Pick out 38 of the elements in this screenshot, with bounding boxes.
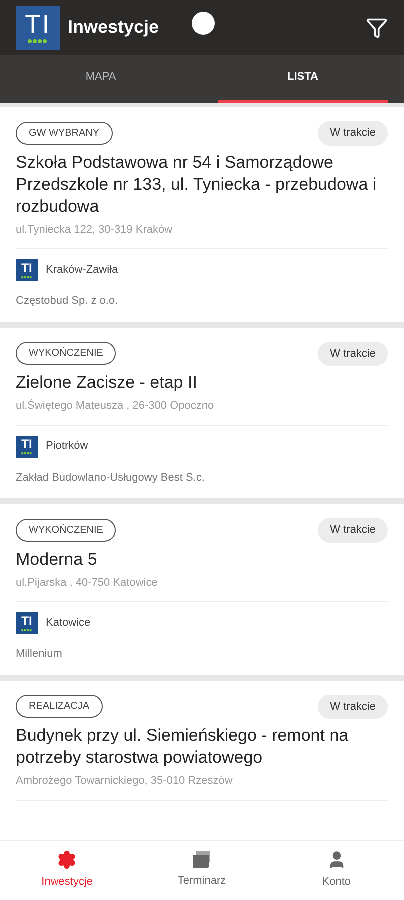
region-label: Piotrków bbox=[46, 439, 88, 454]
company-name: Częstobud Sp. z o.o. bbox=[16, 294, 120, 309]
investment-address: Ambrożego Towarnickiego, 35-010 Rzeszów bbox=[16, 774, 234, 789]
investment-address: ul.Pijarska , 40-750 Katowice bbox=[16, 576, 159, 590]
calendar-icon bbox=[192, 851, 212, 870]
logo-icon: TI bbox=[16, 436, 38, 458]
investment-card[interactable]: REALIZACJA W trakcie Budynek przy ul. Siemieńskiego - remont na potrzeby starostwa powiatowego Ambrożego Towarnickiego, 35-010 Rzeszów bbox=[0, 680, 404, 840]
investment-card[interactable]: GW WYBRANY W trakcie Szkoła Podstawowa nr 54 i Samorządowe Przedszkole nr 133, ul. Tyniecka - przebudowa i rozbudowa ul.Tyniecka 122, 30-319 Kraków TI Kraków-Zawiła Częstobud Sp. z o.o. bbox=[0, 107, 404, 322]
nav-item[interactable]: Terminarz bbox=[134, 841, 270, 900]
investment-address: ul.Świętego Mateusza , 26-300 Opoczno bbox=[16, 398, 216, 414]
stage-tag: REALIZACJA bbox=[16, 695, 103, 718]
nav-item[interactable]: Inwestycje bbox=[0, 841, 135, 900]
stage-tag: GW WYBRANY bbox=[16, 122, 113, 145]
nav-item[interactable]: Konto bbox=[269, 841, 404, 900]
logo-icon: TI bbox=[16, 259, 38, 281]
logo-icon: TI bbox=[16, 6, 60, 50]
status-badge: W trakcie bbox=[318, 342, 388, 366]
tab[interactable]: MAPA bbox=[16, 55, 186, 103]
region-label: Katowice bbox=[46, 616, 91, 631]
status-badge: W trakcie bbox=[318, 694, 388, 719]
tab[interactable]: LISTA bbox=[218, 55, 388, 103]
investment-title: Zielone Zacisze - etap II bbox=[16, 372, 198, 394]
investment-card[interactable]: WYKOŃCZENIE W trakcie Moderna 5 ul.Pijarska , 40-750 Katowice TI Katowice Millenium bbox=[0, 504, 404, 674]
company-name: Millenium bbox=[16, 647, 64, 662]
status-badge: W trakcie bbox=[318, 518, 388, 542]
filter-button[interactable] bbox=[366, 16, 388, 38]
investment-address: ul.Tyniecka 122, 30-319 Kraków bbox=[16, 222, 174, 238]
investment-title: Moderna 5 bbox=[16, 548, 98, 570]
app-title: Inwestycje bbox=[68, 16, 160, 39]
investment-title: Budynek przy ul. Siemieńskiego - remont na potrzeby starostwa powiatowego bbox=[16, 725, 350, 769]
company-name: Zakład Budowlano-Usługowy Best S.c. bbox=[16, 470, 206, 486]
investment-card[interactable]: WYKOŃCZENIE W trakcie Zielone Zacisze - etap II ul.Świętego Mateusza , 26-300 Opoczno TI Piotrków Zakład Budowlano-Usługowy Best S.c. bbox=[0, 328, 404, 498]
investment-title: Szkoła Podstawowa nr 54 i Samorządowe Przedszkole nr 133, ul. Tyniecka - przebudowa i rozbudowa bbox=[16, 152, 378, 218]
stage-tag: WYKOŃCZENIE bbox=[16, 342, 116, 366]
stage-tag: WYKOŃCZENIE bbox=[16, 518, 116, 542]
status-badge: W trakcie bbox=[318, 121, 388, 146]
region-label: Kraków-Zawiła bbox=[46, 262, 118, 278]
logo-icon: TI bbox=[16, 612, 38, 634]
